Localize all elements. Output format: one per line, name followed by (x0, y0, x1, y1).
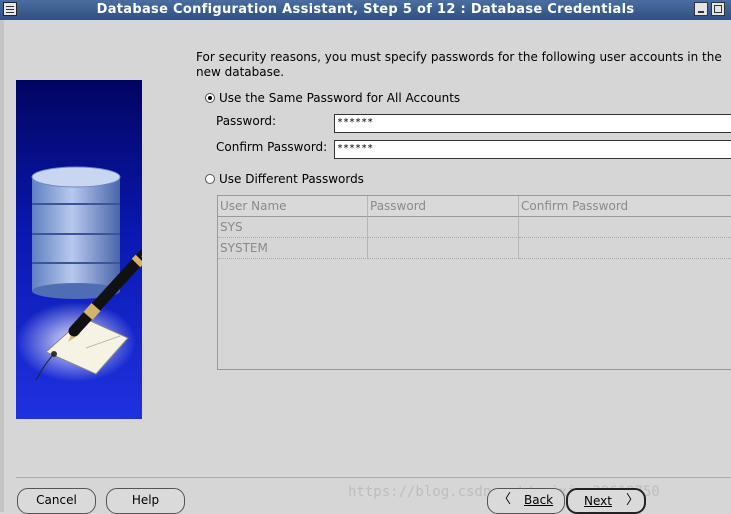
table-cell-password (368, 238, 519, 259)
password-field[interactable]: ****** (334, 114, 731, 133)
minimize-button[interactable] (694, 2, 708, 16)
column-header-confirm-password: Confirm Password (519, 196, 731, 217)
confirm-password-field[interactable]: ****** (334, 140, 731, 159)
chevron-right-icon: 〉 (626, 493, 640, 508)
window-border (0, 20, 4, 512)
user-passwords-table: User Name Password Confirm Password SYS … (217, 195, 731, 370)
different-passwords-radio[interactable] (205, 174, 215, 184)
table-cell-user-name: SYS (218, 217, 368, 238)
back-button-label: Back (524, 493, 554, 507)
database-pen-illustration (16, 166, 142, 382)
help-button[interactable]: Help (106, 488, 185, 514)
table-cell-user-name: SYSTEM (218, 238, 368, 259)
wizard-side-image (16, 80, 142, 419)
table-cell-password (368, 217, 519, 238)
table-cell-confirm-password (519, 238, 731, 259)
next-button[interactable]: Next 〉 (566, 488, 646, 514)
back-button[interactable]: 〈 Back (487, 488, 565, 514)
column-header-password: Password (368, 196, 519, 217)
maximize-button[interactable] (711, 2, 725, 16)
password-label: Password: (216, 114, 277, 128)
chevron-left-icon: 〈 (498, 492, 512, 507)
window-title: Database Configuration Assistant, Step 5… (96, 2, 635, 17)
column-header-user-name: User Name (218, 196, 368, 217)
divider (16, 477, 731, 478)
different-passwords-label[interactable]: Use Different Passwords (219, 172, 364, 186)
cancel-button[interactable]: Cancel (17, 488, 96, 514)
table-cell-confirm-password (519, 217, 731, 238)
title-bar: Database Configuration Assistant, Step 5… (0, 0, 731, 20)
same-password-radio[interactable] (205, 93, 215, 103)
confirm-password-label: Confirm Password: (216, 140, 328, 154)
intro-text: For security reasons, you must specify p… (196, 50, 722, 79)
next-button-label: Next (584, 494, 612, 508)
same-password-label[interactable]: Use the Same Password for All Accounts (219, 91, 460, 105)
